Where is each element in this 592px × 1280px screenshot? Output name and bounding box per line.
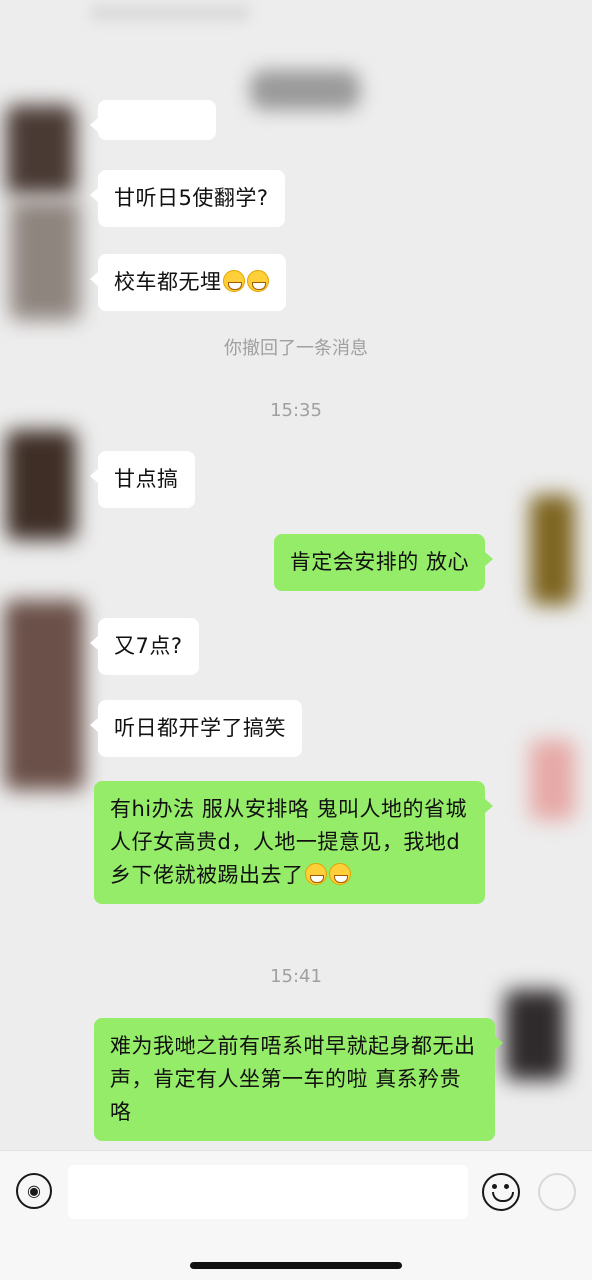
- message-bubble-cropped[interactable]: [90, 100, 216, 140]
- voice-icon[interactable]: ◉: [16, 1173, 52, 1209]
- message-bubble-incoming[interactable]: 听日都开学了搞笑: [90, 700, 302, 757]
- message-text: 校车都无埋: [114, 270, 222, 294]
- message-bubble-outgoing[interactable]: 肯定会安排的 放心: [273, 534, 494, 591]
- redacted-header: [90, 4, 250, 22]
- message-text: 甘听日5使翻学?: [114, 186, 269, 210]
- message-bubble-incoming[interactable]: 甘点搞: [90, 451, 195, 508]
- avatar[interactable]: [10, 200, 80, 320]
- plus-icon[interactable]: [538, 1173, 576, 1211]
- avatar[interactable]: [530, 495, 575, 605]
- message-text: 甘点搞: [114, 467, 179, 491]
- emoji-face-icon[interactable]: [482, 1173, 520, 1211]
- message-bubble-incoming[interactable]: 甘听日5使翻学?: [90, 170, 285, 227]
- message-bubble-outgoing[interactable]: 有hi办法 服从安排咯 鬼叫人地的省城人仔女高贵d，人地一提意见，我地d乡下佬就…: [94, 781, 493, 904]
- status-bar: [0, 0, 592, 60]
- message-text: 听日都开学了搞笑: [114, 716, 286, 740]
- avatar[interactable]: [6, 430, 76, 540]
- hugging-face-icon: [304, 863, 327, 885]
- grinning-face-icon: [246, 270, 269, 292]
- avatar[interactable]: [530, 740, 575, 820]
- timestamp: 15:41: [270, 966, 322, 987]
- home-indicator[interactable]: [190, 1262, 402, 1269]
- message-text: 难为我哋之前有唔系咁早就起身都无出声，肯定有人坐第一车的啦 真系矜贵咯: [110, 1034, 476, 1124]
- message-text: 又7点?: [114, 634, 183, 658]
- message-text: 肯定会安排的 放心: [289, 550, 469, 574]
- message-text: 有hi办法 服从安排咯 鬼叫人地的省城人仔女高贵d，人地一提意见，我地d乡下佬就…: [110, 797, 467, 887]
- message-input[interactable]: [68, 1165, 468, 1219]
- grinning-face-icon: [222, 270, 245, 292]
- message-bubble-incoming[interactable]: 又7点?: [90, 618, 199, 675]
- recalled-message-notice: 你撤回了一条消息: [224, 338, 368, 359]
- message-bubble-incoming[interactable]: 校车都无埋: [90, 254, 286, 311]
- redacted-name: [250, 70, 360, 110]
- chat-input-bar: ◉: [0, 1150, 592, 1280]
- message-bubble-outgoing[interactable]: 难为我哋之前有唔系咁早就起身都无出声，肯定有人坐第一车的啦 真系矜贵咯: [94, 1018, 503, 1141]
- avatar[interactable]: [505, 990, 565, 1080]
- timestamp: 15:35: [270, 400, 322, 421]
- hugging-face-icon: [328, 863, 351, 885]
- avatar[interactable]: [6, 105, 76, 195]
- avatar[interactable]: [4, 600, 84, 790]
